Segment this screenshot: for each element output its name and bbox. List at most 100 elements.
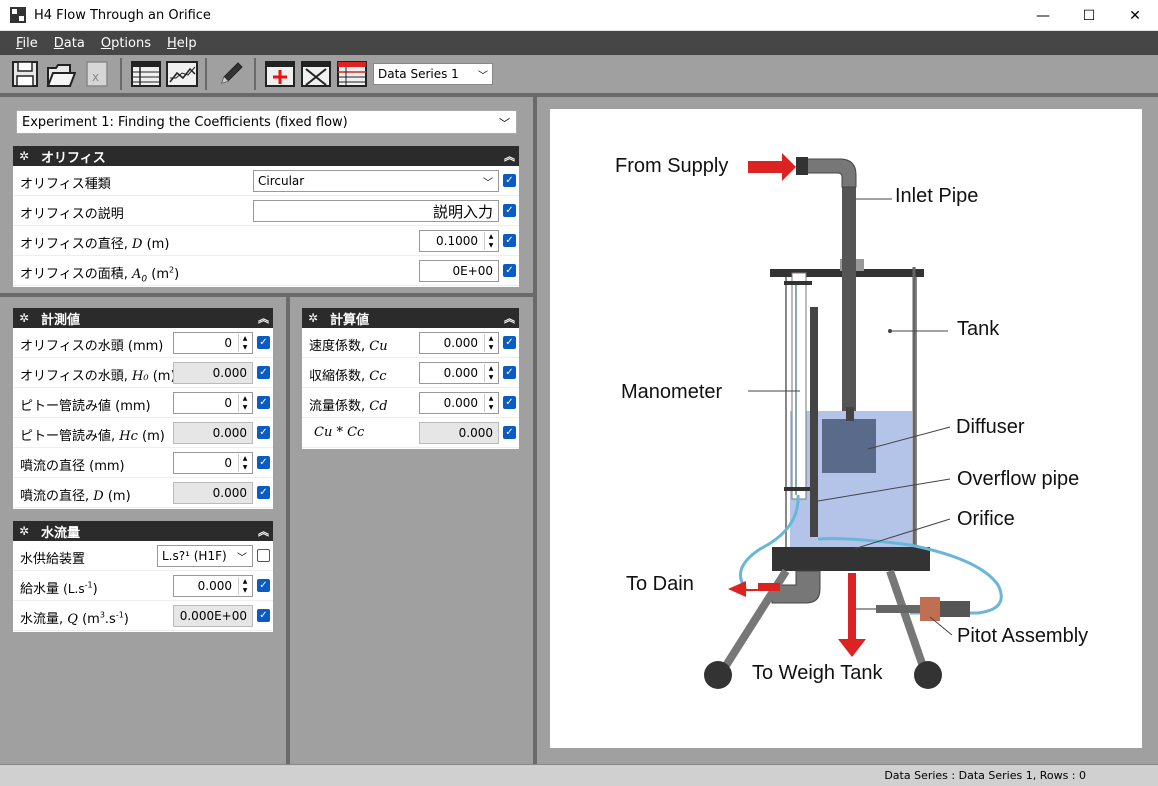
spinner-icon[interactable]: ▲ ▼ [238, 454, 251, 472]
label-orifice: Orifice [957, 508, 1015, 530]
gear-icon: ✲ [308, 311, 319, 325]
window-title: H4 Flow Through an Orifice [34, 7, 211, 23]
table-view-button[interactable] [129, 58, 162, 90]
collapse-icon[interactable]: ︽ [258, 310, 269, 326]
checkbox[interactable]: ✓ [503, 396, 516, 409]
checkbox[interactable]: ✓ [503, 234, 516, 247]
spinner-icon[interactable]: ▲ ▼ [238, 334, 251, 352]
field-label: 速度係数, Cu [309, 339, 388, 354]
orifice-panel-header[interactable]: ✲ オリフィス ︽ [13, 146, 519, 166]
menu-file[interactable]: File [16, 36, 38, 51]
measured-row: 噴流の直径, D (m) 0.000 ✓ [13, 478, 273, 508]
checkbox[interactable]: ✓ [257, 336, 270, 349]
series-table-button[interactable] [335, 58, 368, 90]
apparatus-diagram: From Supply Inlet Pipe Tank Manometer Di… [550, 109, 1142, 748]
label-from-supply: From Supply [615, 155, 729, 177]
collapse-icon[interactable]: ︽ [504, 148, 515, 164]
spinner-icon[interactable]: ▲ ▼ [484, 394, 497, 412]
menu-options[interactable]: Options [101, 36, 151, 51]
checkbox[interactable]: ✓ [503, 366, 516, 379]
minimize-button[interactable]: — [1020, 0, 1066, 31]
checkbox[interactable]: ✓ [503, 336, 516, 349]
svg-text:x: x [92, 70, 99, 84]
pencil-icon [220, 62, 243, 84]
label-diffuser: Diffuser [956, 416, 1025, 438]
label-inlet-pipe: Inlet Pipe [895, 185, 979, 207]
measured-value-field: 0.000 [173, 362, 253, 384]
toolbar-separator [205, 58, 207, 90]
spinner-icon[interactable]: ▲ ▼ [238, 394, 251, 412]
experiment-value: Experiment 1: Finding the Coefficients (… [22, 114, 348, 130]
collapse-icon[interactable]: ︽ [504, 310, 515, 326]
data-series-value: Data Series 1 [378, 67, 459, 81]
field-value: 0 [224, 336, 232, 350]
calculated-value-field[interactable]: 0.000 ▲ ▼ [419, 392, 499, 414]
edit-button[interactable] [214, 58, 247, 90]
spinner-icon[interactable]: ▲ ▼ [484, 334, 497, 352]
close-button[interactable]: ✕ [1112, 0, 1158, 31]
calculated-value-field[interactable]: 0.000 ▲ ▼ [419, 362, 499, 384]
checkbox[interactable]: ✓ [503, 264, 516, 277]
checkbox[interactable] [257, 549, 270, 562]
label-manometer: Manometer [621, 381, 723, 403]
measured-value-field[interactable]: 0 ▲ ▼ [173, 332, 253, 354]
gear-icon: ✲ [19, 149, 30, 163]
experiment-select[interactable]: Experiment 1: Finding the Coefficients (… [16, 110, 517, 134]
checkbox[interactable]: ✓ [503, 426, 516, 439]
field-label: 水供給装置 [20, 552, 86, 567]
data-series-select[interactable]: Data Series 1 ﹀ [373, 63, 493, 85]
left-pane: Experiment 1: Finding the Coefficients (… [0, 97, 533, 764]
orifice-desc-input[interactable]: 説明入力 [253, 200, 499, 222]
calculated-panel-header[interactable]: ✲ 計算値 ︽ [302, 308, 519, 328]
save-button[interactable] [8, 58, 41, 90]
checkbox[interactable]: ✓ [257, 456, 270, 469]
checkbox[interactable]: ✓ [257, 486, 270, 499]
checkbox[interactable]: ✓ [257, 366, 270, 379]
label-overflow-pipe: Overflow pipe [957, 468, 1080, 490]
spinner-icon[interactable]: ▲ ▼ [484, 232, 497, 250]
flow-panel-header[interactable]: ✲ 水流量 ︽ [13, 521, 273, 541]
field-label: オリフィス種類 [20, 177, 111, 192]
field-value: 0.000 [212, 366, 247, 380]
panel-title: 計算値 [330, 312, 370, 328]
supply-rate-input[interactable]: 0.000 ▲ ▼ [173, 575, 253, 597]
supply-select[interactable]: L.s?¹ (H1F) ﹀ [157, 545, 253, 567]
checkbox[interactable]: ✓ [503, 204, 516, 217]
checkbox[interactable]: ✓ [257, 609, 270, 622]
panel-title: 水流量 [41, 525, 81, 541]
calculated-value-field[interactable]: 0.000 ▲ ▼ [419, 332, 499, 354]
excel-icon: x [85, 61, 108, 87]
field-label: ピトー管読み値 (mm) [20, 399, 151, 414]
measured-row: オリフィスの水頭, H₀ (m) 0.000 ✓ [13, 358, 273, 388]
menu-help[interactable]: Help [167, 36, 197, 51]
checkbox[interactable]: ✓ [257, 579, 270, 592]
orifice-type-select[interactable]: Circular ﹀ [253, 170, 499, 192]
field-value: 0 [224, 396, 232, 410]
measured-value-field[interactable]: 0 ▲ ▼ [173, 392, 253, 414]
orifice-area-input[interactable]: 0E+00 [419, 260, 499, 282]
field-label: 噴流の直径, D (m) [20, 489, 131, 504]
menu-data[interactable]: Data [54, 36, 85, 51]
field-value: 0.000 [443, 336, 478, 350]
collapse-icon[interactable]: ︽ [258, 523, 269, 539]
field-value: 0 [224, 456, 232, 470]
measured-panel-header[interactable]: ✲ 計測値 ︽ [13, 308, 273, 328]
open-button[interactable] [44, 58, 77, 90]
column-divider [286, 297, 290, 764]
checkbox[interactable]: ✓ [257, 396, 270, 409]
field-value: 0.000 [443, 396, 478, 410]
checkbox[interactable]: ✓ [257, 426, 270, 439]
field-label: オリフィスの面積, A0 (m2) [20, 265, 180, 285]
orifice-diameter-input[interactable]: 0.1000 ▲ ▼ [419, 230, 499, 252]
measured-value-field[interactable]: 0 ▲ ▼ [173, 452, 253, 474]
field-label: ピトー管読み値, Hc (m) [20, 429, 165, 444]
export-excel-button[interactable]: x [80, 58, 113, 90]
spinner-icon[interactable]: ▲ ▼ [238, 577, 251, 595]
graph-view-button[interactable] [165, 58, 198, 90]
delete-row-button[interactable] [299, 58, 332, 90]
maximize-button[interactable]: ☐ [1066, 0, 1112, 31]
add-row-button[interactable] [263, 58, 296, 90]
spinner-icon[interactable]: ▲ ▼ [484, 364, 497, 382]
status-text: Data Series : Data Series 1, Rows : 0 [884, 769, 1086, 782]
checkbox[interactable]: ✓ [503, 174, 516, 187]
